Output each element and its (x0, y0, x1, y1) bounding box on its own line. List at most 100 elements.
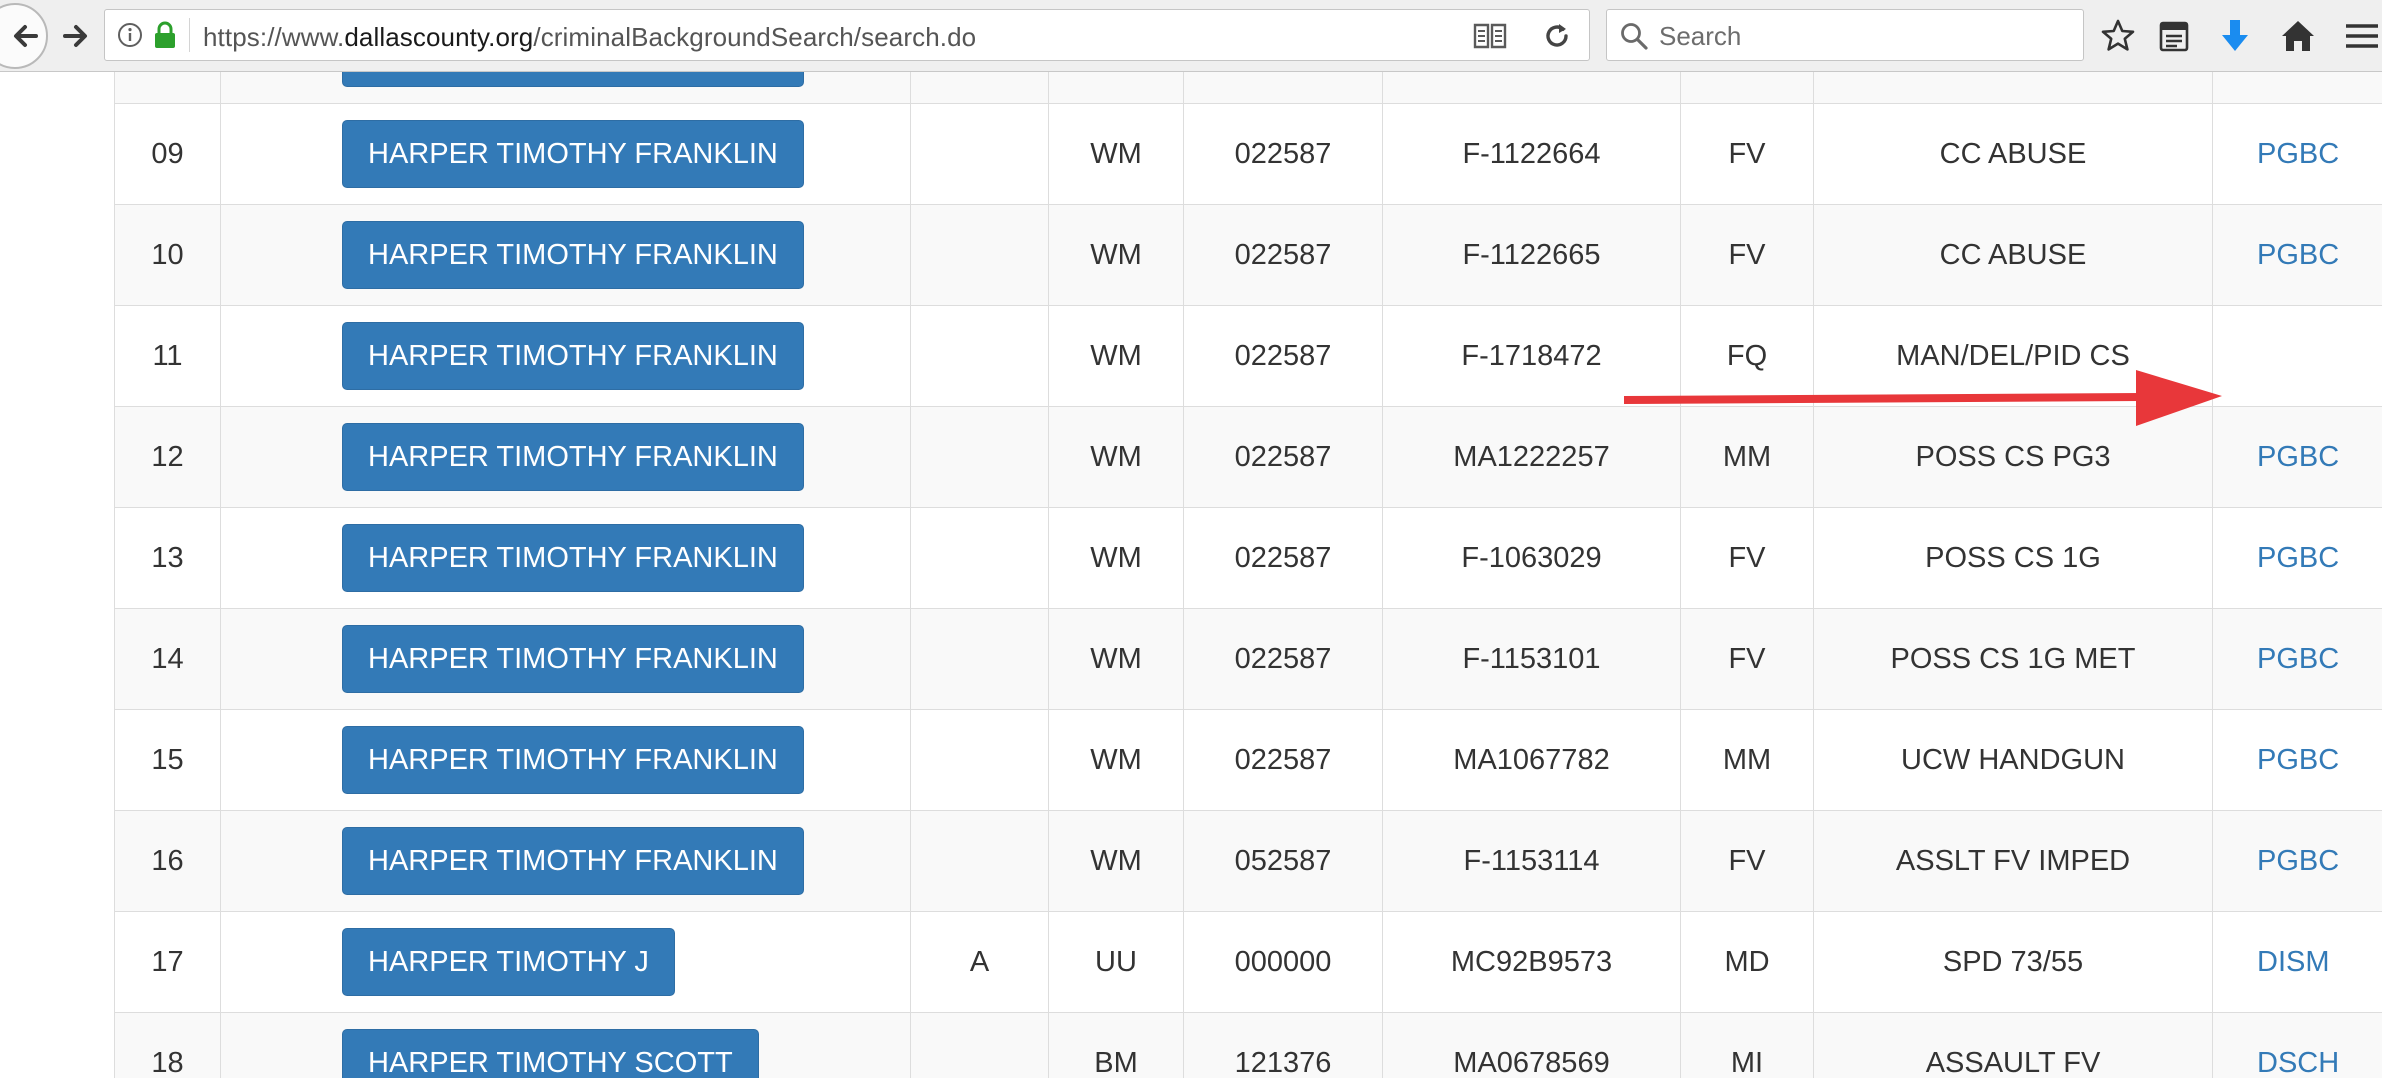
race-sex-text: WM (1090, 743, 1142, 776)
offense-cell: ASSAULT FV (1813, 1012, 2213, 1078)
row-number-text: 12 (151, 440, 184, 473)
case-number-text: MA0678569 (1453, 1046, 1610, 1078)
dob-cell: 022587 (1183, 608, 1383, 710)
row-number-text: 16 (151, 844, 184, 877)
case-number-cell: F-1122664 (1382, 103, 1681, 205)
case-number-text: F-1122665 (1462, 238, 1601, 271)
defendant-name-cell: HARPER TIMOTHY FRANKLIN (220, 103, 911, 205)
defendant-name-cell: HARPER TIMOTHY FRANKLIN (220, 204, 911, 306)
table-row: 09 HARPER TIMOTHY FRANKLIN WM 022587 F-11226… (114, 103, 2382, 205)
row-number-text: 10 (151, 238, 184, 271)
race-sex-text: WM (1090, 844, 1142, 877)
race-sex-cell: WM (1048, 810, 1184, 912)
disposition-link[interactable]: PGBC (2257, 744, 2339, 776)
disposition-link[interactable]: PGBC (2257, 845, 2339, 877)
flag-cell (910, 305, 1049, 407)
defendant-name-button[interactable]: HARPER TIMOTHY FRANKLIN (342, 423, 804, 491)
home-button[interactable] (2276, 14, 2320, 58)
url-separator (189, 18, 190, 52)
flag-cell (910, 507, 1049, 609)
case-number-text: MC92B9573 (1450, 945, 1613, 978)
disposition-link[interactable]: PGBC (2257, 542, 2339, 574)
library-button[interactable] (2152, 14, 2196, 58)
offense-text: POSS CS PG3 (1915, 440, 2111, 473)
disposition-link[interactable]: DSCH (2257, 1047, 2339, 1078)
forward-button[interactable] (54, 14, 98, 58)
defendant-name-button[interactable]: HARPER TIMOTHY FRANKLIN (342, 322, 804, 390)
race-sex-cell: WM (1048, 608, 1184, 710)
dob-cell: 022587 (1183, 709, 1383, 811)
case-number-cell: F-1063029 (1382, 507, 1681, 609)
case-number-cell: F-1153101 (1382, 608, 1681, 710)
defendant-name-button[interactable]: HARPER TIMOTHY SCOTT (342, 1029, 759, 1078)
race-sex-cell: WM (1048, 72, 1184, 104)
offense-cell: POSS CS 1G MET (1813, 608, 2213, 710)
dob-text: 022587 (1234, 743, 1332, 776)
dob-text: 022587 (1234, 440, 1332, 473)
defendant-name-cell: HARPER TIMOTHY FRANKLIN (220, 608, 911, 710)
table-row: 10 HARPER TIMOTHY FRANKLIN WM 022587 F-11226… (114, 204, 2382, 306)
offense-cell: CC ABUSE (1813, 103, 2213, 205)
reader-view-icon[interactable] (1473, 22, 1507, 50)
dob-cell: 022587 (1183, 305, 1383, 407)
flag-text: A (969, 945, 990, 978)
table-row: 13 HARPER TIMOTHY FRANKLIN WM 022587 F-10630… (114, 507, 2382, 609)
defendant-name-button[interactable]: HARPER TIMOTHY FRANKLIN (342, 726, 804, 794)
forward-arrow-icon (63, 25, 87, 47)
defendant-name-button[interactable]: HARPER TIMOTHY FRANKLIN (342, 625, 804, 693)
dob-cell: 022587 (1183, 507, 1383, 609)
case-number-cell: MA0678569 (1382, 1012, 1681, 1078)
defendant-name-cell: HARPER TIMOTHY FRANKLIN (220, 406, 911, 508)
dob-cell: 052587 (1183, 810, 1383, 912)
race-sex-cell: WM (1048, 709, 1184, 811)
defendant-name-button[interactable]: HARPER TIMOTHY J (342, 928, 675, 996)
offense-level-text: MM (1722, 440, 1772, 473)
results-table: 08HARPER TIMOTHY FRANKLINWM02258709HARPE… (114, 72, 2382, 1078)
offense-cell: POSS CS 1G (1813, 507, 2213, 609)
info-icon[interactable] (117, 22, 143, 48)
menu-button[interactable] (2338, 14, 2382, 58)
bookmark-button[interactable] (2096, 14, 2140, 58)
disposition-link[interactable]: DISM (2257, 946, 2330, 978)
dob-text: 022587 (1234, 339, 1332, 372)
url-prefix: https://www. (203, 22, 345, 52)
race-sex-text: WM (1090, 440, 1142, 473)
disposition-link[interactable]: PGBC (2257, 441, 2339, 473)
dob-text: 022587 (1234, 137, 1332, 170)
offense-cell: CC ABUSE (1813, 204, 2213, 306)
back-button[interactable] (0, 3, 48, 69)
defendant-name-button[interactable]: HARPER TIMOTHY FRANKLIN (342, 221, 804, 289)
disposition-link[interactable]: PGBC (2257, 643, 2339, 675)
disposition-link[interactable]: PGBC (2257, 138, 2339, 170)
offense-text: ASSLT FV IMPED (1895, 844, 2131, 877)
reload-icon[interactable] (1541, 20, 1573, 52)
case-number-cell (1382, 72, 1681, 104)
race-sex-text: WM (1090, 541, 1142, 574)
defendant-name-button[interactable]: HARPER TIMOTHY FRANKLIN (342, 524, 804, 592)
lock-icon[interactable] (153, 21, 177, 49)
row-number-cell: 09 (114, 103, 221, 205)
case-number-cell: F-1153114 (1382, 810, 1681, 912)
offense-level-text: FV (1728, 541, 1766, 574)
defendant-name-button[interactable]: HARPER TIMOTHY FRANKLIN (342, 72, 804, 87)
url-bar[interactable]: https://www.dallascounty.org/criminalBac… (104, 9, 1590, 61)
download-button[interactable] (2213, 14, 2257, 58)
search-input[interactable] (1657, 16, 2061, 56)
row-number-text: 13 (151, 541, 184, 574)
row-number-cell: 15 (114, 709, 221, 811)
disposition-cell: PGBC (2212, 406, 2382, 508)
defendant-name-button[interactable]: HARPER TIMOTHY FRANKLIN (342, 120, 804, 188)
url-text[interactable]: https://www.dallascounty.org/criminalBac… (203, 22, 976, 53)
search-bar[interactable] (1606, 9, 2084, 61)
dob-text: 121376 (1234, 1046, 1332, 1078)
table-row: 14 HARPER TIMOTHY FRANKLIN WM 022587 F-11531… (114, 608, 2382, 710)
library-icon (2159, 21, 2189, 52)
defendant-name-button[interactable]: HARPER TIMOTHY FRANKLIN (342, 827, 804, 895)
url-path: /criminalBackgroundSearch/search.do (533, 22, 977, 52)
race-sex-cell: WM (1048, 507, 1184, 609)
offense-text: CC ABUSE (1939, 238, 2087, 271)
defendant-name-cell: HARPER TIMOTHY FRANKLIN (220, 810, 911, 912)
offense-text: ASSAULT FV (1925, 1046, 2101, 1078)
disposition-link[interactable]: PGBC (2257, 239, 2339, 271)
offense-cell (1813, 72, 2213, 104)
